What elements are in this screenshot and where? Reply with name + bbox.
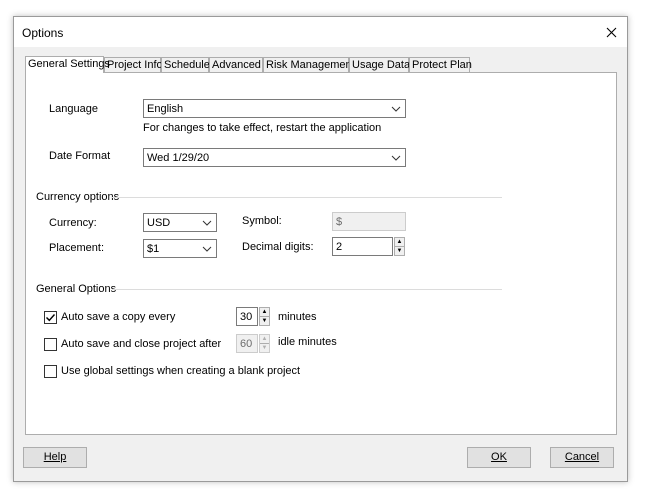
cancel-button[interactable]: Cancel — [550, 447, 614, 468]
symbol-label: Symbol: — [242, 215, 282, 227]
window-title: Options — [22, 26, 64, 40]
title-bar: Options — [14, 17, 627, 47]
help-button-label: Help — [43, 451, 67, 463]
tab-advanced[interactable]: Advanced — [209, 57, 263, 72]
decimal-digits-spinner[interactable]: ▲ ▼ — [394, 237, 405, 256]
language-label: Language — [49, 103, 98, 115]
arrow-up-icon[interactable]: ▲ — [260, 335, 269, 344]
autoclose-minutes-value: 60 — [240, 338, 253, 350]
ok-button-label: OK — [491, 451, 507, 463]
chevron-down-icon — [391, 155, 401, 161]
cancel-button-label: Cancel — [564, 451, 600, 463]
placement-value: $1 — [147, 243, 160, 255]
placement-select[interactable]: $1 — [143, 239, 217, 258]
general-settings-panel: Language English For changes to take eff… — [25, 72, 617, 435]
symbol-field[interactable]: $ — [332, 212, 406, 231]
decimal-digits-label: Decimal digits: — [242, 241, 314, 253]
currency-value: USD — [147, 217, 171, 229]
ok-button[interactable]: OK — [467, 447, 531, 468]
currency-options-heading: Currency options — [36, 191, 120, 203]
check-icon — [46, 314, 56, 322]
arrow-down-icon[interactable]: ▼ — [260, 317, 269, 325]
autoclose-unit-label: idle minutes — [278, 336, 337, 348]
currency-label: Currency: — [49, 217, 97, 229]
chevron-down-icon — [202, 220, 212, 226]
close-button[interactable] — [595, 17, 627, 47]
decimal-digits-value: 2 — [336, 241, 343, 253]
autosave-label: Auto save a copy every — [61, 311, 176, 323]
close-icon — [606, 27, 616, 37]
autosave-minutes-field[interactable]: 30 — [236, 307, 258, 326]
options-dialog: Options General Settings Project Info Sc… — [13, 16, 628, 482]
date-format-label: Date Format — [49, 150, 111, 162]
chevron-down-icon — [202, 246, 212, 252]
date-format-value: Wed 1/29/20 — [147, 152, 210, 164]
tab-general-settings[interactable]: General Settings — [25, 56, 110, 73]
autoclose-label: Auto save and close project after — [61, 338, 222, 350]
symbol-value: $ — [336, 216, 343, 228]
general-options-heading: General Options — [36, 283, 117, 295]
arrow-down-icon[interactable]: ▼ — [395, 247, 404, 255]
autosave-checkbox[interactable] — [44, 311, 57, 324]
autosave-minutes-value: 30 — [240, 311, 253, 323]
placement-label: Placement: — [49, 242, 105, 254]
tab-project-info[interactable]: Project Info — [104, 57, 163, 72]
global-settings-label: Use global settings when creating a blan… — [61, 365, 301, 377]
autoclose-minutes-spinner[interactable]: ▲ ▼ — [259, 334, 270, 353]
language-hint: For changes to take effect, restart the … — [143, 122, 382, 134]
language-value: English — [147, 103, 184, 115]
autosave-unit-label: minutes — [278, 311, 317, 323]
chevron-down-icon — [391, 106, 401, 112]
help-button[interactable]: Help — [23, 447, 87, 468]
arrow-down-icon[interactable]: ▼ — [260, 344, 269, 352]
general-options-divider — [112, 289, 502, 290]
tab-usage-data[interactable]: Usage Data — [349, 57, 410, 72]
tab-protect-plan[interactable]: Protect Plan — [409, 57, 472, 72]
autoclose-checkbox[interactable] — [44, 338, 57, 351]
arrow-up-icon[interactable]: ▲ — [395, 238, 404, 247]
autoclose-minutes-field[interactable]: 60 — [236, 334, 258, 353]
currency-select[interactable]: USD — [143, 213, 217, 232]
tab-schedule[interactable]: Schedule — [161, 57, 210, 72]
currency-divider — [112, 197, 502, 198]
arrow-up-icon[interactable]: ▲ — [260, 308, 269, 317]
date-format-select[interactable]: Wed 1/29/20 — [143, 148, 406, 167]
global-settings-checkbox[interactable] — [44, 365, 57, 378]
autosave-minutes-spinner[interactable]: ▲ ▼ — [259, 307, 270, 326]
tab-risk-management[interactable]: Risk Management — [263, 57, 355, 72]
language-select[interactable]: English — [143, 99, 406, 118]
decimal-digits-field[interactable]: 2 — [332, 237, 393, 256]
